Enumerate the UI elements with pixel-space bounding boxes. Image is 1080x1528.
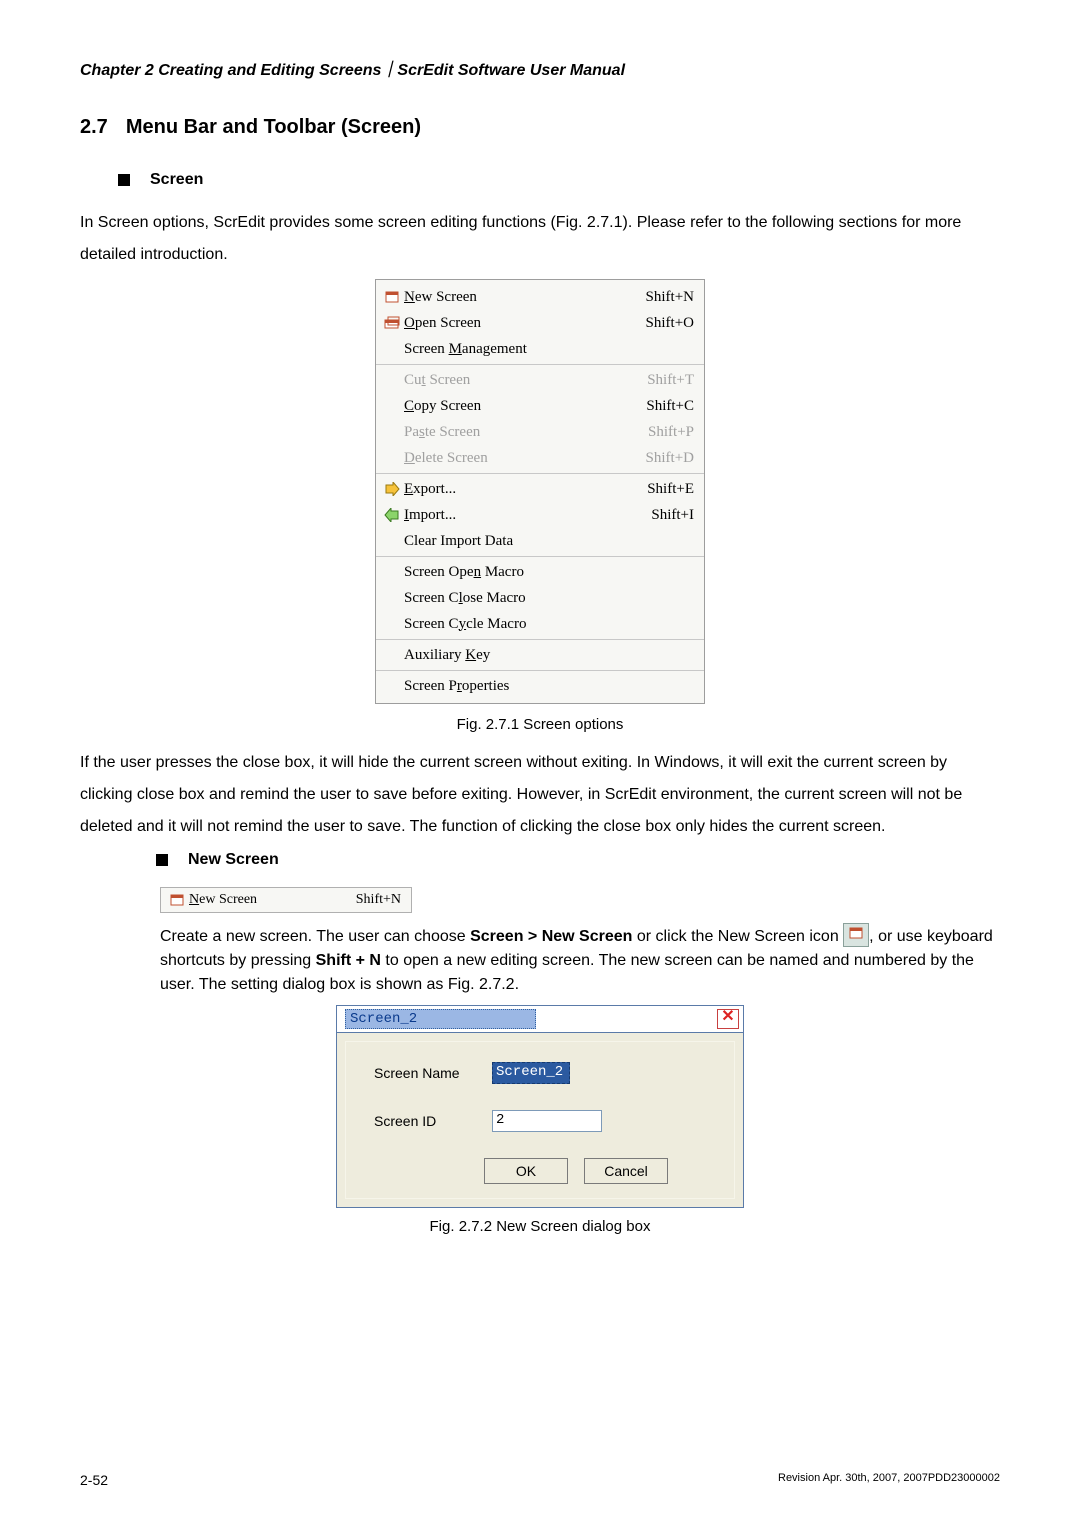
bullet-icon — [118, 174, 130, 186]
menu-item-label: Auxiliary Key — [404, 647, 694, 664]
menu-item-label: Screen Properties — [404, 678, 694, 695]
menu-item-label: Screen Cycle Macro — [404, 616, 694, 633]
menu-item[interactable]: Clear Import Data — [376, 528, 704, 554]
menu-item[interactable]: Import...Shift+I — [376, 502, 704, 528]
ok-button[interactable]: OK — [484, 1158, 568, 1184]
menu-item-label: Copy Screen — [404, 398, 646, 415]
menu-item-label: Screen Management — [404, 341, 694, 358]
paragraph-3: Create a new screen. The user can choose… — [160, 925, 1000, 997]
menu-item[interactable]: Screen Cycle Macro — [376, 611, 704, 637]
open-icon — [380, 316, 404, 330]
cancel-button[interactable]: Cancel — [584, 1158, 668, 1184]
menu-item-shortcut: Shift+I — [651, 507, 694, 524]
mini-menu-new-screen: New Screen Shift+N — [160, 887, 412, 913]
menu-item-shortcut: Shift+T — [647, 372, 694, 389]
menu-item[interactable]: Screen Open Macro — [376, 559, 704, 585]
screen-id-label: Screen ID — [374, 1113, 474, 1129]
menu-item[interactable]: Export...Shift+E — [376, 476, 704, 502]
menu-item-shortcut: Shift+P — [648, 424, 694, 441]
menu-item-shortcut: Shift+D — [646, 450, 694, 467]
menu-item-label: Import... — [404, 507, 651, 524]
menu-item-label: Delete Screen — [404, 450, 646, 467]
menu-item-label: Screen Open Macro — [404, 564, 694, 581]
menu-item-shortcut: Shift+C — [646, 398, 694, 415]
close-icon[interactable]: ✕ — [717, 1009, 739, 1029]
new-icon — [380, 290, 404, 304]
dialog-title: Screen_2 — [345, 1009, 536, 1029]
paragraph-2: If the user presses the close box, it wi… — [80, 747, 1000, 843]
section-heading: 2.7Menu Bar and Toolbar (Screen) — [80, 116, 1000, 139]
menu-item[interactable]: Auxiliary Key — [376, 642, 704, 668]
menu-item: Cut ScreenShift+T — [376, 367, 704, 393]
import-icon — [380, 508, 404, 522]
bullet-new-screen: New Screen — [188, 851, 279, 869]
new-screen-icon — [843, 923, 869, 947]
screen-id-field[interactable]: 2 — [492, 1110, 602, 1132]
menu-item-label: Open Screen — [404, 315, 646, 332]
screen-name-field[interactable]: Screen_2 — [492, 1062, 570, 1084]
menu-item[interactable]: Screen Management — [376, 336, 704, 362]
new-screen-dialog: Screen_2 ✕ Screen Name Screen_2 Screen I… — [336, 1005, 744, 1208]
bullet-icon — [156, 854, 168, 866]
menu-item-label: Clear Import Data — [404, 533, 694, 550]
menu-item[interactable]: Open ScreenShift+O — [376, 310, 704, 336]
menu-item[interactable]: Copy ScreenShift+C — [376, 393, 704, 419]
screen-menu: New ScreenShift+NOpen ScreenShift+OScree… — [375, 279, 705, 704]
menu-item[interactable]: Screen Properties — [376, 673, 704, 699]
menu-item-shortcut: Shift+O — [646, 315, 694, 332]
menu-item-label: New Screen — [404, 289, 646, 306]
menu-item[interactable]: New ScreenShift+N — [376, 284, 704, 310]
menu-item: Paste ScreenShift+P — [376, 419, 704, 445]
menu-item-new-screen[interactable]: New Screen Shift+N — [161, 888, 411, 912]
revision-stamp: Revision Apr. 30th, 2007, 2007PDD2300000… — [778, 1472, 1000, 1488]
menu-item-shortcut: Shift+N — [646, 289, 694, 306]
page-number: 2-52 — [80, 1472, 108, 1488]
menu-item: Delete ScreenShift+D — [376, 445, 704, 471]
menu-item-label: Cut Screen — [404, 372, 647, 389]
menu-item-label: Paste Screen — [404, 424, 648, 441]
menu-item-label: Export... — [404, 481, 647, 498]
menu-item-label: Screen Close Macro — [404, 590, 694, 607]
screen-name-label: Screen Name — [374, 1065, 474, 1081]
new-screen-icon — [165, 893, 189, 907]
menu-item[interactable]: Screen Close Macro — [376, 585, 704, 611]
bullet-screen: Screen — [150, 171, 203, 189]
figure-caption-1: Fig. 2.7.1 Screen options — [80, 716, 1000, 733]
menu-item-shortcut: Shift+E — [647, 481, 694, 498]
paragraph-1: In Screen options, ScrEdit provides some… — [80, 207, 1000, 271]
export-icon — [380, 482, 404, 496]
figure-caption-2: Fig. 2.7.2 New Screen dialog box — [80, 1218, 1000, 1235]
running-header: Chapter 2 Creating and Editing Screens｜S… — [80, 56, 1000, 80]
